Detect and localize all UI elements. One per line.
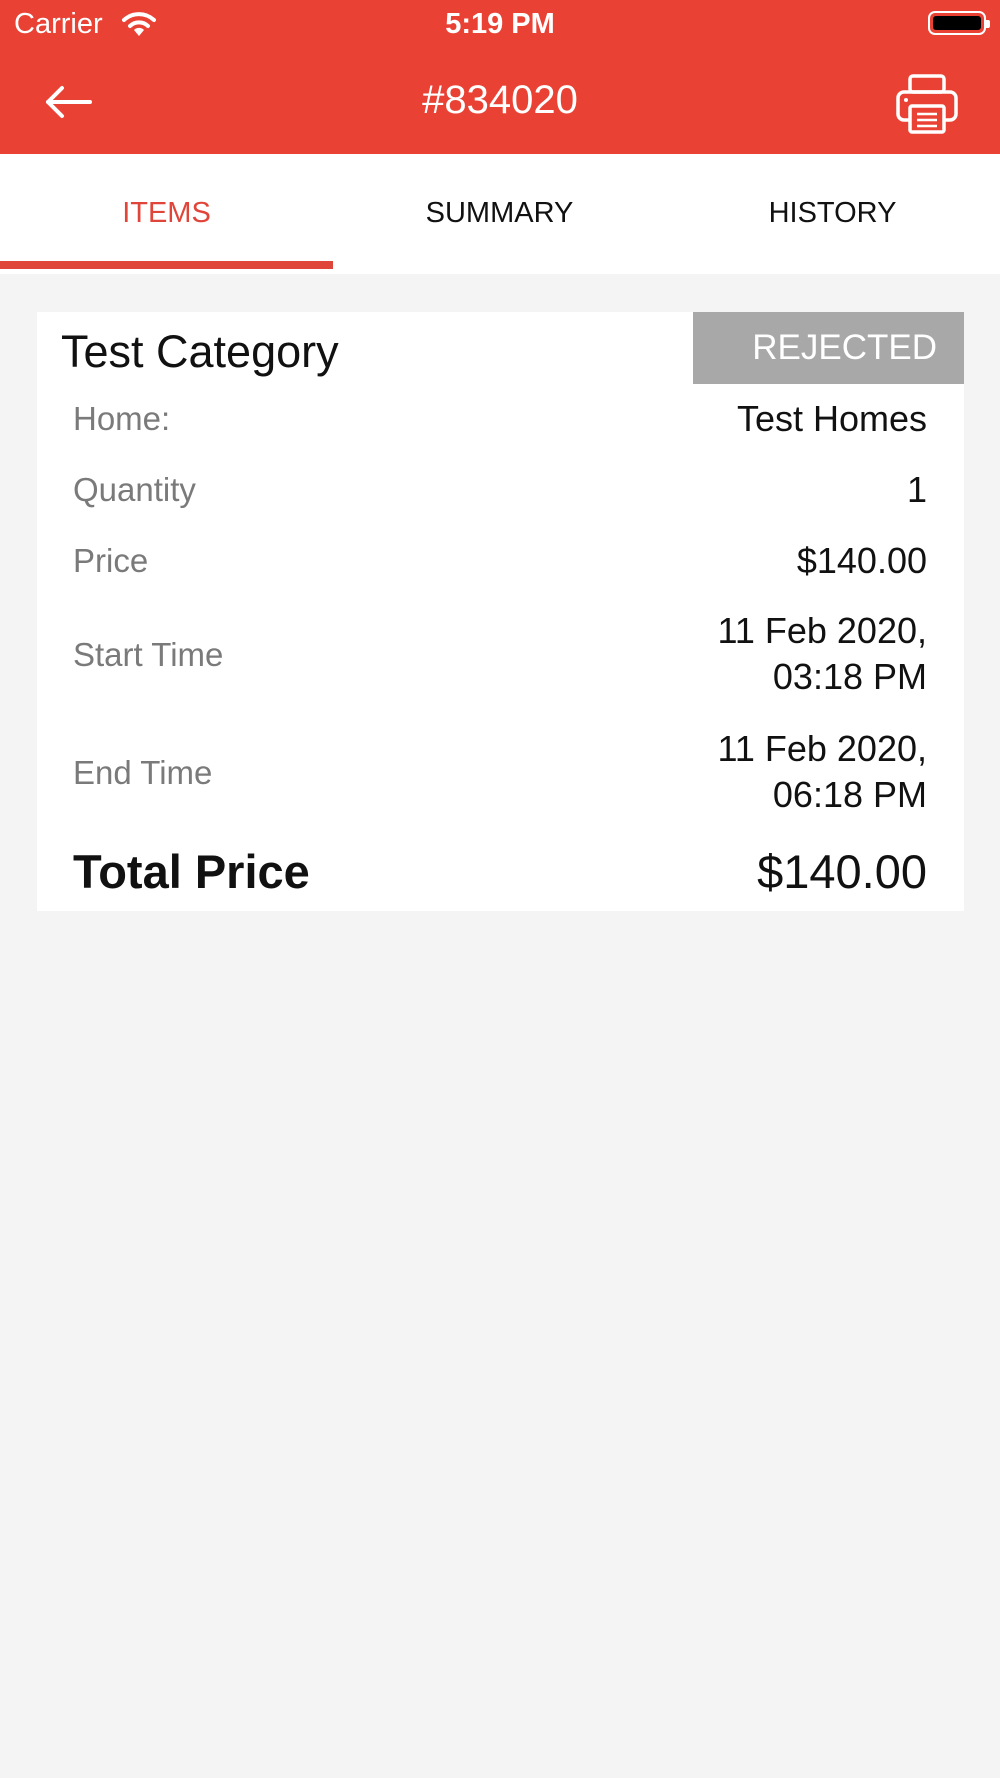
total-price-value: $140.00 <box>757 845 927 898</box>
order-number-title: #834020 <box>422 78 578 122</box>
battery-icon <box>928 11 990 35</box>
start-time-value: 11 Feb 2020, 03:18 PM <box>718 608 928 700</box>
tab-bar: ITEMS SUMMARY HISTORY <box>0 154 1000 274</box>
start-time-label: Start Time <box>73 636 224 673</box>
end-time-label: End Time <box>73 754 213 791</box>
app-header: Carrier 5:19 PM #834020 <box>0 0 1000 154</box>
status-bar: Carrier 5:19 PM <box>0 0 1000 50</box>
active-tab-indicator <box>0 261 333 269</box>
home-value: Test Homes <box>736 398 927 439</box>
price-label: Price <box>73 542 149 579</box>
home-label: Home: <box>73 400 171 437</box>
quantity-value: 1 <box>906 469 927 510</box>
end-clock: 06:18 PM <box>772 774 927 815</box>
status-badge: REJECTED <box>693 312 964 384</box>
navigation-bar: #834020 <box>0 50 1000 154</box>
item-card: Test Category REJECTED Home: Test Homes … <box>37 312 964 911</box>
tab-summary[interactable]: SUMMARY <box>333 154 666 274</box>
end-time-value: 11 Feb 2020, 06:18 PM <box>718 726 928 818</box>
status-time: 5:19 PM <box>445 8 555 40</box>
print-button[interactable] <box>892 72 962 134</box>
total-price-label: Total Price <box>73 845 310 898</box>
tab-items[interactable]: ITEMS <box>0 154 333 274</box>
price-value: $140.00 <box>796 540 927 581</box>
tab-history[interactable]: HISTORY <box>666 154 999 274</box>
category-title: Test Category <box>61 326 339 377</box>
quantity-label: Quantity <box>73 471 196 508</box>
end-date: 11 Feb 2020, <box>717 728 928 769</box>
start-clock: 03:18 PM <box>772 656 927 697</box>
start-date: 11 Feb 2020, <box>717 610 928 651</box>
printer-icon <box>896 74 958 134</box>
